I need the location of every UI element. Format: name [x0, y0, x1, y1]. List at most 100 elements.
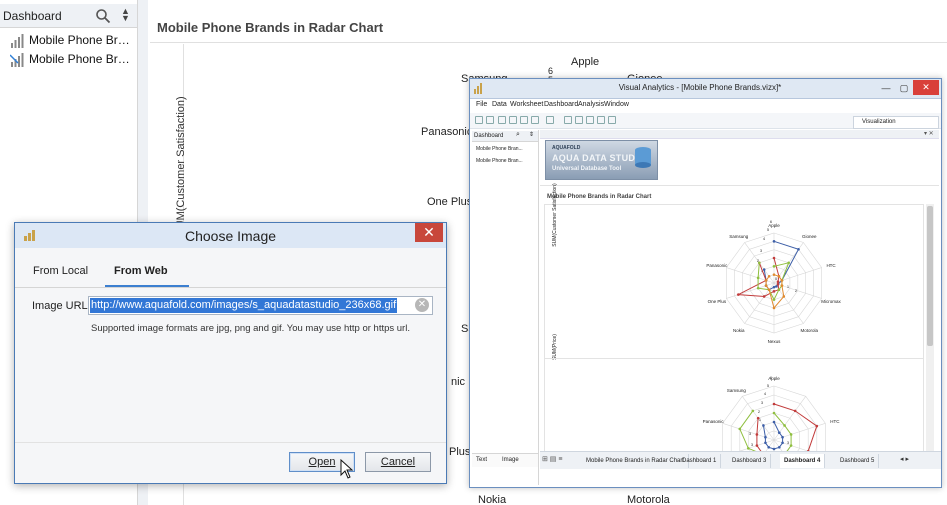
radar-point[interactable] [772, 420, 776, 424]
sort-updown-icon[interactable]: ⇕ [529, 131, 534, 138]
visualization-button[interactable]: Visualization [853, 116, 939, 129]
radar-point[interactable] [756, 276, 760, 280]
menu-data[interactable]: Data [492, 101, 507, 108]
radar-point[interactable] [781, 435, 784, 439]
radar-point[interactable] [772, 256, 776, 260]
maximize-icon[interactable]: ▢ [896, 81, 912, 95]
radar-point[interactable] [764, 435, 767, 439]
menu-worksheet[interactable]: Worksheet [510, 101, 543, 108]
radar-point[interactable] [747, 447, 750, 450]
radar-point[interactable] [738, 427, 742, 431]
radar-point[interactable] [767, 445, 771, 449]
va-sidebar-item-1[interactable]: Mobile Phone Bran... [476, 146, 523, 152]
radar-point[interactable] [767, 288, 771, 292]
radar-point[interactable] [789, 444, 793, 447]
format-icon[interactable] [531, 116, 539, 124]
clear-icon[interactable]: ✕ [415, 298, 429, 312]
radar-point[interactable] [772, 402, 776, 406]
radar-point[interactable] [764, 441, 767, 445]
radar-point[interactable] [776, 280, 780, 284]
radar-point[interactable] [772, 306, 776, 310]
radar-point[interactable] [755, 444, 759, 447]
image-url-selected-text[interactable]: http://www.aquafold.com/images/s_aquadat… [90, 298, 398, 313]
radar-point[interactable] [772, 273, 776, 276]
settings-icon[interactable] [608, 116, 616, 124]
radar-point[interactable] [776, 282, 780, 286]
chart-icon[interactable] [564, 116, 572, 124]
new-icon[interactable] [498, 116, 506, 124]
radar-point[interactable] [767, 274, 771, 278]
radar-point[interactable] [772, 447, 776, 451]
radar-point[interactable] [756, 286, 760, 290]
radar-point[interactable] [780, 279, 784, 282]
image-button[interactable]: Image [502, 457, 519, 463]
radar-point[interactable] [797, 247, 800, 251]
radar-point[interactable] [772, 411, 776, 415]
vertical-scrollbar[interactable] [926, 204, 934, 466]
refresh-icon[interactable] [546, 116, 554, 124]
radar-point[interactable] [793, 409, 797, 413]
tab-dashboard-4[interactable]: Dashboard 4 [780, 454, 826, 468]
search-icon[interactable] [95, 8, 111, 24]
radar-point[interactable] [772, 240, 776, 243]
dialog-titlebar[interactable]: Choose Image ✕ [15, 223, 446, 248]
radar-point[interactable] [781, 441, 784, 445]
radar-point[interactable] [762, 424, 765, 427]
sidebar-item-worksheet-2[interactable]: Mobile Phone Brands in Radar Chart [10, 51, 137, 69]
menu-file[interactable]: File [476, 101, 487, 108]
radar-point[interactable] [777, 274, 781, 278]
export-icon[interactable] [597, 116, 605, 124]
tab-from-web[interactable]: From Web [114, 265, 168, 277]
radar-point[interactable] [782, 295, 786, 298]
radar-point[interactable] [737, 293, 740, 296]
radar-point[interactable] [751, 409, 755, 413]
menu-dashboard[interactable]: Dashboard [544, 101, 578, 108]
scrollbar-thumb[interactable] [927, 206, 933, 346]
radar-point[interactable] [772, 265, 776, 268]
radar-point[interactable] [764, 279, 768, 282]
chart-edit-icon[interactable] [575, 116, 583, 124]
undo-icon[interactable] [475, 116, 483, 124]
tab-nav-arrows-icon[interactable]: ◂ ▸ [900, 455, 909, 463]
radar-point[interactable] [772, 298, 776, 301]
close-icon[interactable]: ✕ [415, 223, 443, 242]
redo-icon[interactable] [486, 116, 494, 124]
tab-tools-icon[interactable]: ⊞ ▤ ≡ [542, 455, 562, 463]
menu-analysis[interactable]: Analysis [578, 101, 604, 108]
radar-point[interactable] [787, 261, 790, 265]
radar-point[interactable] [762, 295, 766, 298]
menu-window[interactable]: Window [604, 101, 629, 108]
radar-point[interactable] [772, 285, 776, 289]
cancel-button[interactable]: Cancel [365, 452, 431, 472]
radar-point[interactable] [755, 433, 759, 436]
save-icon[interactable] [520, 116, 528, 124]
radar-point[interactable] [756, 416, 760, 420]
tab-dashboard-3[interactable]: Dashboard 3 [728, 454, 772, 468]
radar-point[interactable] [764, 284, 768, 287]
radar-point[interactable] [777, 445, 781, 449]
tab-dashboard-5[interactable]: Dashboard 5 [836, 454, 880, 468]
tab-dashboard-1[interactable]: Dashboard 1 [678, 454, 722, 468]
open-icon[interactable] [509, 116, 517, 124]
radar-point[interactable] [789, 433, 793, 436]
close-icon[interactable]: ▾ ✕ [924, 130, 934, 137]
radar-point[interactable] [775, 285, 778, 288]
minimize-icon[interactable]: — [878, 81, 894, 95]
radar-point[interactable] [777, 431, 781, 435]
pivot-icon[interactable] [586, 116, 594, 124]
window-titlebar[interactable]: Visual Analytics - [Mobile Phone Brands.… [470, 79, 941, 99]
tab-from-local[interactable]: From Local [33, 265, 88, 277]
radar-point[interactable] [772, 290, 776, 293]
radar-point[interactable] [777, 288, 781, 292]
sort-updown-icon[interactable]: ▲ ▼ [121, 7, 130, 23]
radar-point[interactable] [780, 284, 784, 287]
search-icon[interactable]: ⌕ [516, 131, 520, 139]
close-icon[interactable]: ✕ [913, 80, 939, 95]
radar-point[interactable] [783, 424, 786, 427]
aquafold-logo-image[interactable]: AQUAFOLD AQUA DATA STUDIO Universal Data… [545, 140, 658, 180]
text-button[interactable]: Text [476, 457, 487, 463]
va-sidebar-item-2[interactable]: Mobile Phone Bran... [476, 158, 523, 164]
radar-point[interactable] [758, 261, 761, 265]
sidebar-item-worksheet-1[interactable]: Mobile Phone Brands in Radar Chart [10, 32, 137, 50]
tab-radar-chart[interactable]: Mobile Phone Brands in Radar Chart [582, 454, 690, 468]
